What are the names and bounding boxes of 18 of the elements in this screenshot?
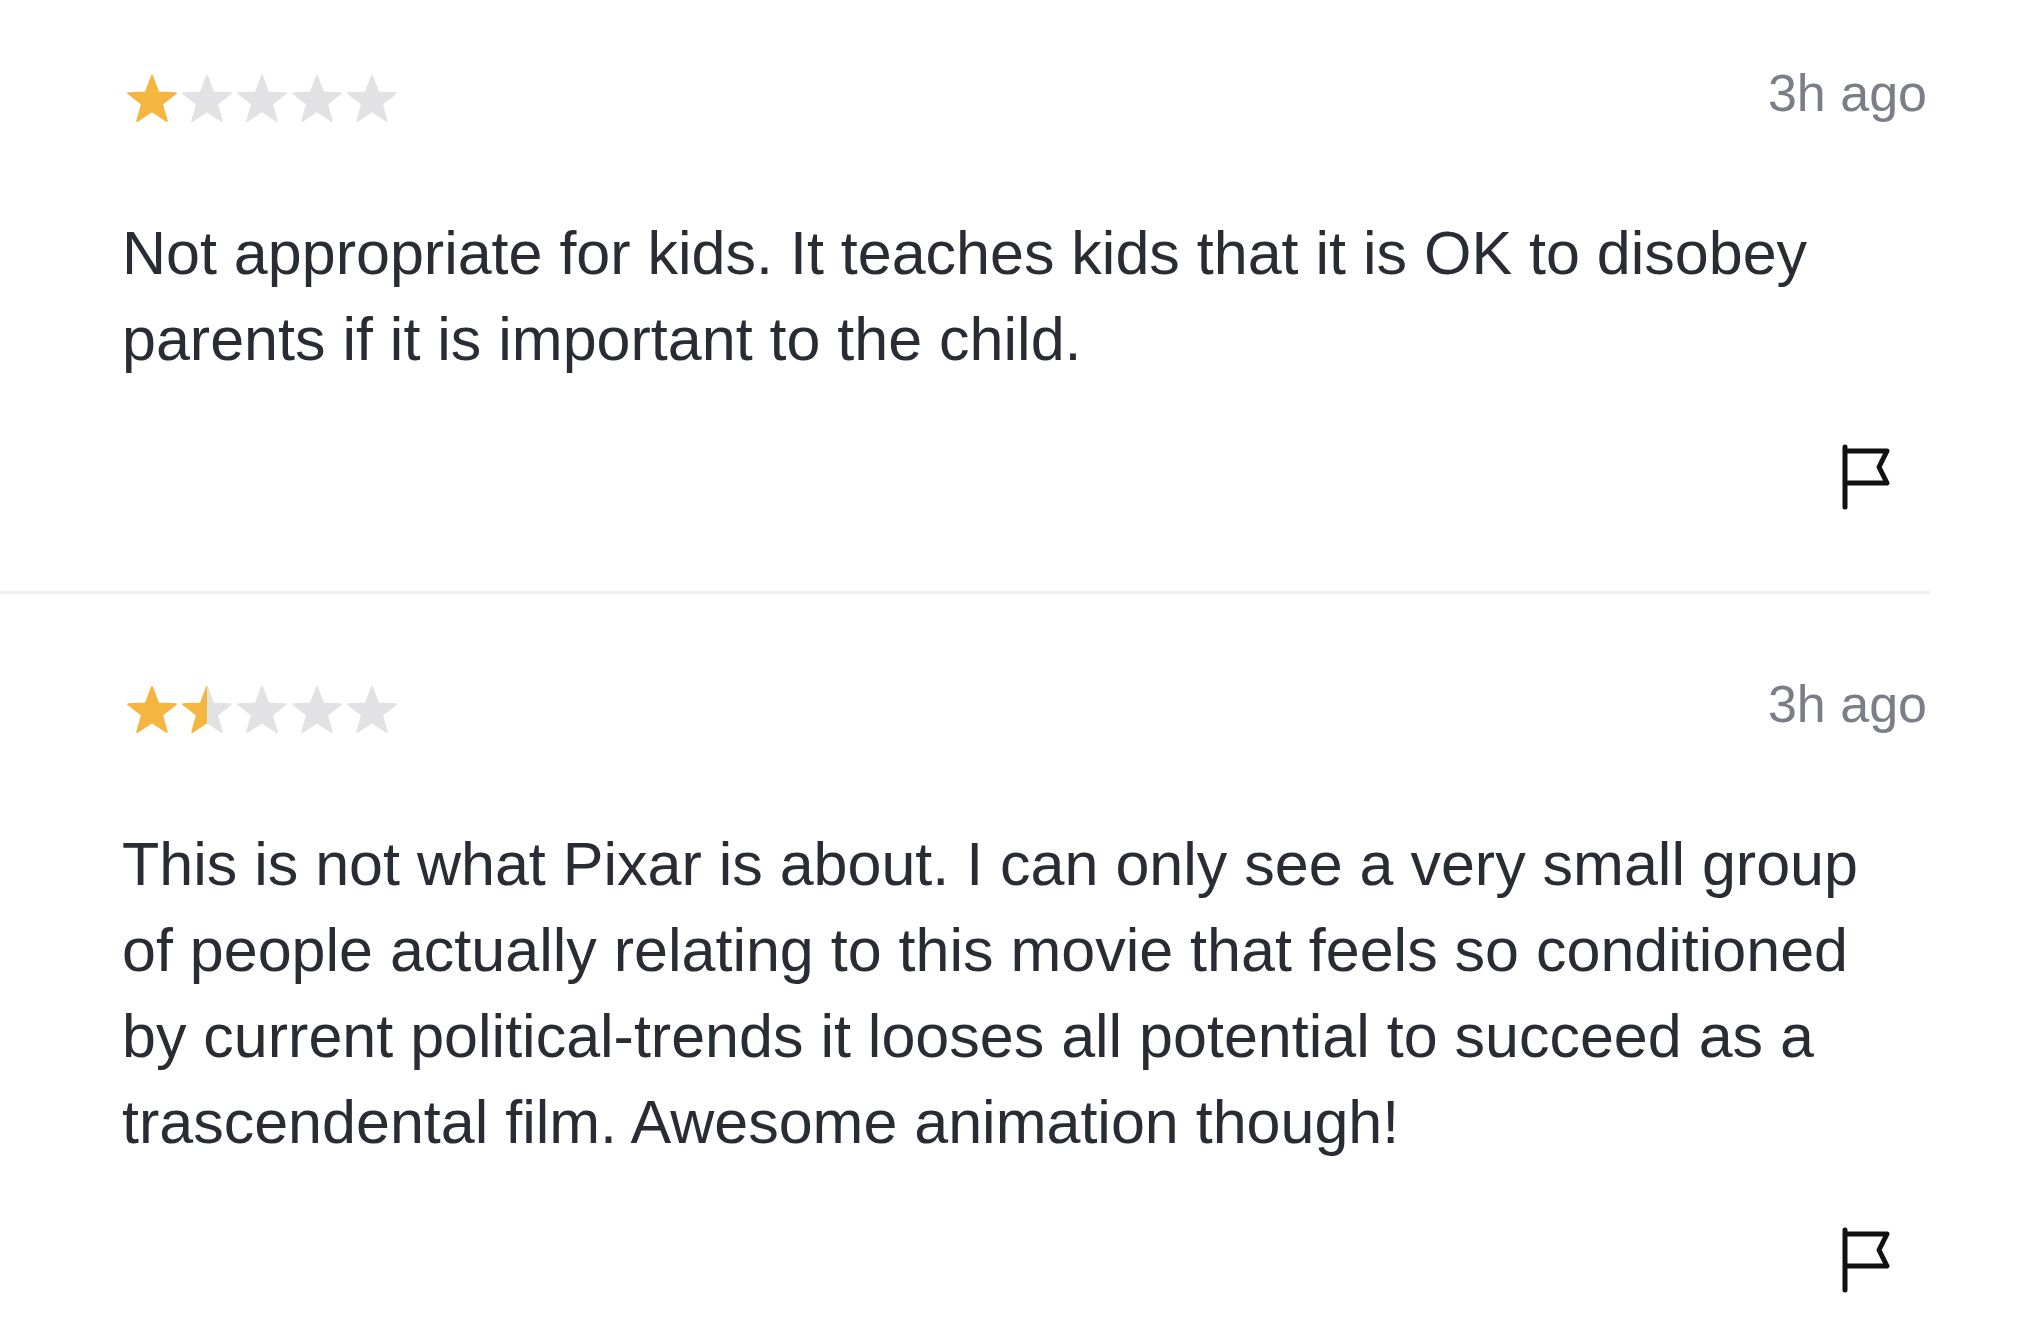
review-text: Not appropriate for kids. It teaches kids that it is OK to disobey parents if it is important to the child.	[122, 218, 1809, 375]
star-icon	[292, 686, 342, 733]
flag-button[interactable]	[1842, 444, 1890, 510]
flag-icon	[1842, 1227, 1890, 1293]
review-time: 3h ago	[1767, 674, 1927, 735]
star-icon	[182, 686, 232, 733]
star-icon	[237, 686, 287, 733]
star-icon	[127, 686, 177, 733]
review-text: This is not what Pixar is about. I can only see a very small group of people actually relating to this movie that feels so conditioned by current political-trends it looses all potential to succeed as a trascendental film. Awesome animation though!	[122, 829, 1859, 1158]
flag-button[interactable]	[1842, 1227, 1890, 1293]
review-time: 3h ago	[1767, 63, 1927, 124]
star-icon	[182, 75, 232, 122]
star-icon	[347, 75, 397, 122]
star-icon	[127, 75, 177, 122]
star-icon	[292, 75, 342, 122]
star-icon	[237, 75, 287, 122]
flag-icon	[1842, 444, 1890, 510]
star-icon	[347, 686, 397, 733]
